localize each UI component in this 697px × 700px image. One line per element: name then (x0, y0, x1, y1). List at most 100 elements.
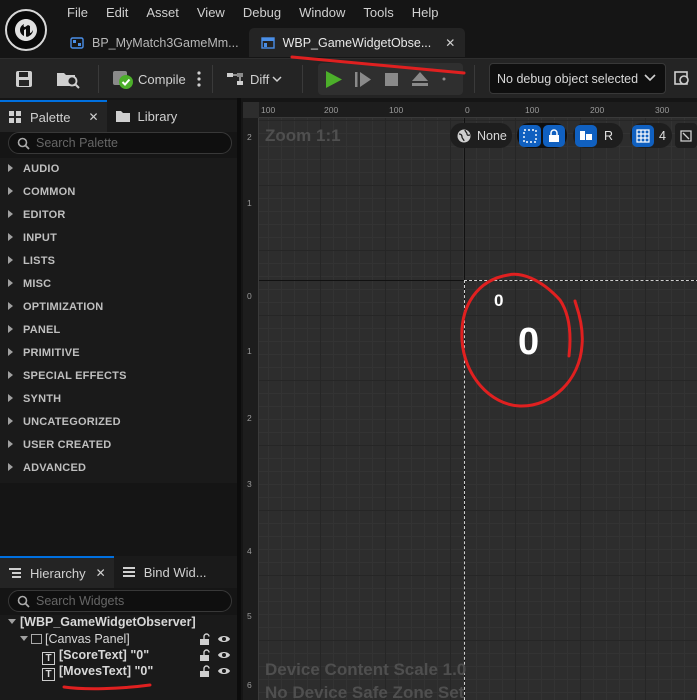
toolbar-divider (212, 65, 213, 93)
hierarchy-tree: [WBP_GameWidgetObserver] [Canvas Panel] … (0, 615, 237, 700)
grid-size-value[interactable]: 4 (659, 129, 666, 143)
dpi-preview-button[interactable]: None (450, 123, 512, 148)
diff-button[interactable]: Diff (226, 59, 282, 99)
search-placeholder: Search Widgets (36, 594, 125, 608)
unlock-icon[interactable] (199, 633, 211, 645)
tree-score-text[interactable]: T [ScoreText] "0" (42, 648, 149, 665)
panel-splitter[interactable] (237, 98, 241, 700)
compile-options-button[interactable] (197, 59, 201, 99)
play-options-icon[interactable] (442, 76, 446, 82)
row-icons (199, 649, 231, 661)
safe-zone-toggle[interactable] (519, 124, 541, 147)
palette-search-input[interactable]: Search Palette (8, 132, 232, 154)
ruler-tick: 4 (247, 546, 252, 556)
left-panel: Palette ✕ Library Search Palette AUDIO C… (0, 98, 240, 700)
eye-icon[interactable] (217, 633, 231, 645)
tab-label: Hierarchy (30, 565, 86, 581)
menu-debug[interactable]: Debug (234, 4, 290, 22)
find-in-blueprint-button[interactable] (674, 59, 692, 99)
menu-tools[interactable]: Tools (354, 4, 402, 22)
tab-label: BP_MyMatch3GameMm... (92, 35, 239, 50)
unlock-icon[interactable] (199, 649, 211, 661)
widget-search-input[interactable]: Search Widgets (8, 590, 232, 612)
category-primitive[interactable]: PRIMITIVE (8, 347, 80, 359)
tab-label: WBP_GameWidgetObse... (282, 35, 432, 50)
close-icon[interactable]: ✕ (96, 566, 106, 580)
tree-moves-text[interactable]: T [MovesText] "0" (42, 664, 153, 681)
category-editor[interactable]: EDITOR (8, 209, 66, 221)
menu-asset[interactable]: Asset (137, 4, 188, 22)
tree-root-item[interactable]: [WBP_GameWidgetObserver] (8, 615, 196, 629)
play-icon[interactable] (324, 70, 344, 89)
search-icon (17, 595, 30, 608)
compile-button[interactable]: Compile (112, 59, 186, 99)
close-icon[interactable]: ✕ (445, 36, 455, 50)
ruler-tick: 3 (247, 479, 252, 489)
menu-window[interactable]: Window (290, 4, 354, 22)
transform-toggle[interactable] (675, 123, 697, 148)
layout-toggles (517, 123, 567, 148)
menu-file[interactable]: File (58, 4, 97, 22)
menu-help[interactable]: Help (403, 4, 448, 22)
unreal-logo-icon[interactable] (5, 9, 47, 51)
category-lists[interactable]: LISTS (8, 255, 55, 267)
category-misc[interactable]: MISC (8, 278, 51, 290)
tab-palette[interactable]: Palette ✕ (0, 100, 107, 132)
lock-toggle[interactable] (543, 124, 565, 147)
transform-icon (680, 129, 692, 142)
tab-hierarchy[interactable]: Hierarchy ✕ (0, 556, 114, 588)
moves-text-widget[interactable]: 0 (518, 321, 539, 364)
ruler-tick: 1 (247, 346, 252, 356)
ruler-tick: 2 (247, 413, 252, 423)
respect-locks-toggle[interactable] (575, 124, 597, 147)
category-advanced[interactable]: ADVANCED (8, 462, 86, 474)
category-uncategorized[interactable]: UNCATEGORIZED (8, 416, 121, 428)
palette-category-list: AUDIO COMMON EDITOR INPUT LISTS MISC OPT… (0, 158, 237, 483)
category-panel[interactable]: PANEL (8, 324, 60, 336)
device-content-scale: Device Content Scale 1.0 (265, 660, 467, 679)
browse-button[interactable] (55, 59, 81, 99)
ruler-tick: 300 (655, 105, 670, 115)
category-special-effects[interactable]: SPECIAL EFFECTS (8, 370, 127, 382)
ruler-tick: 0 (465, 105, 470, 115)
menu-edit[interactable]: Edit (97, 4, 137, 22)
category-user-created[interactable]: USER CREATED (8, 439, 111, 451)
designer-viewport[interactable]: 100 200 100 0 100 200 300 2 1 0 1 2 3 4 … (243, 102, 697, 700)
compile-check-icon (113, 71, 133, 89)
step-icon[interactable] (354, 71, 372, 88)
tree-canvas-panel[interactable]: [Canvas Panel] (20, 632, 130, 646)
save-button[interactable] (14, 59, 34, 99)
folder-icon (115, 110, 130, 122)
globe-icon (457, 129, 471, 142)
ruler-tick: 2 (247, 132, 252, 142)
debug-object-dropdown[interactable]: No debug object selected (489, 63, 666, 94)
r-label[interactable]: R (604, 129, 613, 143)
category-optimization[interactable]: OPTIMIZATION (8, 301, 103, 313)
tab-library[interactable]: Library (107, 100, 186, 132)
tab-wbp-gamewidgetobserver[interactable]: WBP_GameWidgetObse... ✕ (248, 28, 466, 57)
eye-icon[interactable] (217, 665, 231, 677)
eye-icon[interactable] (217, 649, 231, 661)
category-audio[interactable]: AUDIO (8, 163, 59, 175)
none-label: None (477, 128, 507, 143)
menu-view[interactable]: View (188, 4, 234, 22)
category-input[interactable]: INPUT (8, 232, 57, 244)
score-text-widget[interactable]: 0 (494, 291, 503, 311)
unlock-icon[interactable] (199, 665, 211, 677)
menu-bar: File Edit Asset View Debug Window Tools … (58, 4, 448, 22)
ruler-tick: 200 (324, 105, 339, 115)
document-tabs: BP_MyMatch3GameMm... WBP_GameWidgetObse.… (58, 28, 466, 57)
locks-icon (580, 131, 592, 140)
expand-icon (8, 619, 16, 624)
close-icon[interactable]: ✕ (88, 110, 98, 124)
ruler-tick: 100 (261, 105, 276, 115)
tab-bind-widgets[interactable]: Bind Wid... (114, 556, 215, 588)
tab-label: Library (137, 108, 178, 124)
grid-snap-toggle[interactable] (632, 124, 654, 147)
category-common[interactable]: COMMON (8, 186, 76, 198)
eject-icon[interactable] (411, 71, 429, 87)
stop-icon[interactable] (384, 72, 399, 87)
tab-bp-match3[interactable]: BP_MyMatch3GameMm... (58, 28, 249, 57)
palette-icon (9, 111, 21, 123)
category-synth[interactable]: SYNTH (8, 393, 61, 405)
